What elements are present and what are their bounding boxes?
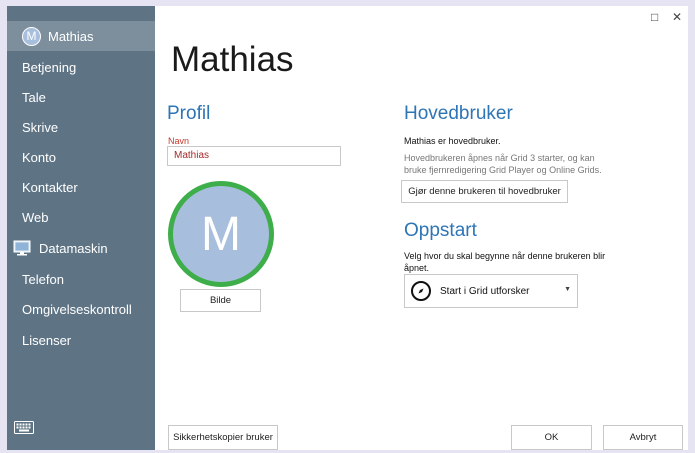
sidebar-item-label: Mathias xyxy=(48,28,94,44)
sidebar-item-label: Konto xyxy=(22,149,56,165)
sidebar-item-lisenser[interactable]: Lisenser xyxy=(7,325,155,355)
cancel-button[interactable]: Avbryt xyxy=(603,425,683,450)
startup-select-value: Start i Grid utforsker xyxy=(440,285,530,297)
page-title: Mathias xyxy=(171,40,294,79)
ok-button[interactable]: OK xyxy=(511,425,592,450)
name-label: Navn xyxy=(168,136,190,146)
main-user-description-line2: bruke fjernredigering Grid Player og Onl… xyxy=(404,165,602,175)
sidebar-item-betjening[interactable]: Betjening xyxy=(7,52,155,82)
main-user-description-line1: Hovedbrukeren åpnes når Grid 3 starter, … xyxy=(404,153,595,163)
sidebar-item-label: Datamaskin xyxy=(39,240,108,256)
close-icon[interactable]: ✕ xyxy=(672,10,682,24)
profile-heading: Profil xyxy=(167,103,211,124)
picture-button[interactable]: Bilde xyxy=(180,289,261,312)
sidebar-item-label: Omgivelseskontroll xyxy=(22,301,132,317)
startup-description-line2: åpnet. xyxy=(404,263,430,273)
profile-avatar: M xyxy=(168,181,274,287)
sidebar: M Mathias Betjening Tale Skrive Konto Ko… xyxy=(7,6,155,450)
compass-icon xyxy=(411,281,431,301)
startup-select[interactable]: Start i Grid utforsker ▼ xyxy=(404,274,578,308)
sidebar-item-kontakter[interactable]: Kontakter xyxy=(7,172,155,202)
backup-user-button[interactable]: Sikkerhetskopier bruker xyxy=(168,425,278,450)
sidebar-item-web[interactable]: Web xyxy=(7,202,155,232)
sidebar-item-label: Skrive xyxy=(22,119,59,135)
startup-description-line1: Velg hvor du skal begynne når denne bruk… xyxy=(404,251,606,261)
sidebar-item-omgivelseskontroll[interactable]: Omgivelseskontroll xyxy=(7,294,155,324)
sidebar-item-label: Kontakter xyxy=(22,179,78,195)
main-user-status: Mathias er hovedbruker. xyxy=(404,136,501,146)
sidebar-item-label: Lisenser xyxy=(22,332,72,348)
startup-heading: Oppstart xyxy=(404,220,477,241)
sidebar-item-tale[interactable]: Tale xyxy=(7,82,155,112)
chevron-down-icon: ▼ xyxy=(564,286,571,293)
maximize-icon[interactable]: □ xyxy=(651,10,658,24)
make-main-user-button[interactable]: Gjør denne brukeren til hovedbruker xyxy=(401,180,568,203)
app-window: M Mathias Betjening Tale Skrive Konto Ko… xyxy=(7,6,688,450)
sidebar-item-label: Betjening xyxy=(22,59,77,75)
sidebar-item-mathias[interactable]: M Mathias xyxy=(7,21,155,51)
sidebar-item-skrive[interactable]: Skrive xyxy=(7,112,155,142)
name-field[interactable]: Mathias xyxy=(167,146,341,166)
sidebar-item-label: Tale xyxy=(22,89,46,105)
keyboard-icon[interactable] xyxy=(14,421,34,439)
sidebar-item-konto[interactable]: Konto xyxy=(7,142,155,172)
sidebar-item-label: Web xyxy=(22,209,49,225)
monitor-icon xyxy=(13,240,31,256)
main-user-heading: Hovedbruker xyxy=(404,103,513,124)
sidebar-item-label: Telefon xyxy=(22,271,64,287)
user-avatar-icon: M xyxy=(22,26,41,46)
sidebar-item-telefon[interactable]: Telefon xyxy=(7,264,155,294)
sidebar-item-datamaskin[interactable]: Datamaskin xyxy=(7,233,155,263)
